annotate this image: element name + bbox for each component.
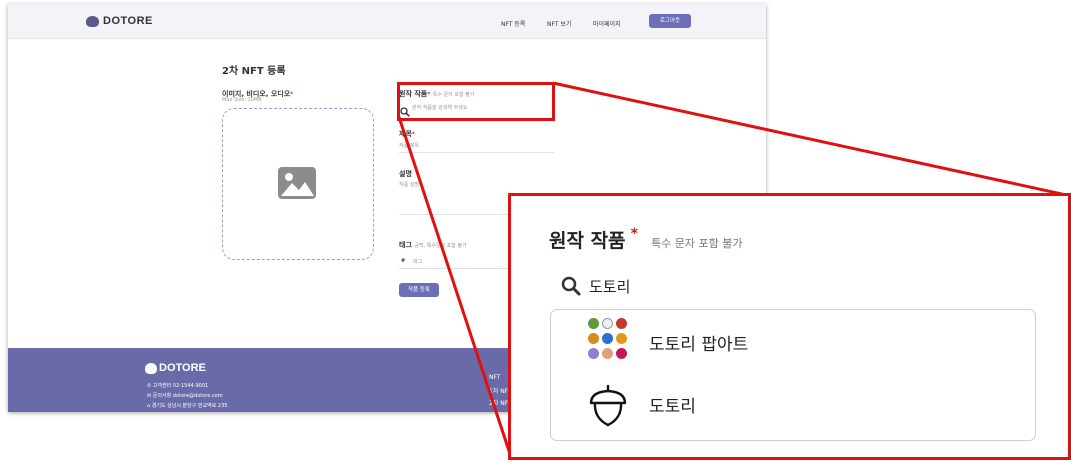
acorn-dot-orange (588, 333, 599, 344)
search-result-label: 도토리 (649, 397, 696, 417)
acorn-dot-peach (602, 348, 613, 359)
acorn-outline-icon (588, 384, 628, 428)
zoom-search-icon (561, 276, 581, 296)
zoom-search-input[interactable]: 도토리 (589, 276, 630, 297)
acorn-dot-amber (616, 333, 627, 344)
acorn-dot-blue (602, 333, 613, 344)
acorn-dot-red (616, 318, 627, 329)
search-result-item[interactable]: 도토리 (551, 376, 1035, 436)
acorn-dot-purple (588, 348, 599, 359)
search-result-item[interactable]: 도토리 팝아트 (551, 310, 1035, 372)
acorn-dot-pink (616, 348, 627, 359)
zoom-panel: 원작 작품 * 특수 문자 포함 불가 도토리 도토리 팝아트 도토리 (508, 193, 1071, 460)
zoom-hint: 특수 문자 포함 불가 (651, 237, 743, 250)
search-results-dropdown: 도토리 팝아트 도토리 (550, 309, 1036, 441)
search-result-label: 도토리 팝아트 (649, 335, 749, 355)
zoom-required-mark: * (630, 226, 638, 242)
zoom-original-label: 원작 작품 * 특수 문자 포함 불가 (549, 226, 743, 253)
zoom-label-text: 원작 작품 (549, 230, 626, 252)
acorn-grid-icon (586, 316, 632, 362)
acorn-dot-white (602, 318, 613, 329)
acorn-dot-green (588, 318, 599, 329)
